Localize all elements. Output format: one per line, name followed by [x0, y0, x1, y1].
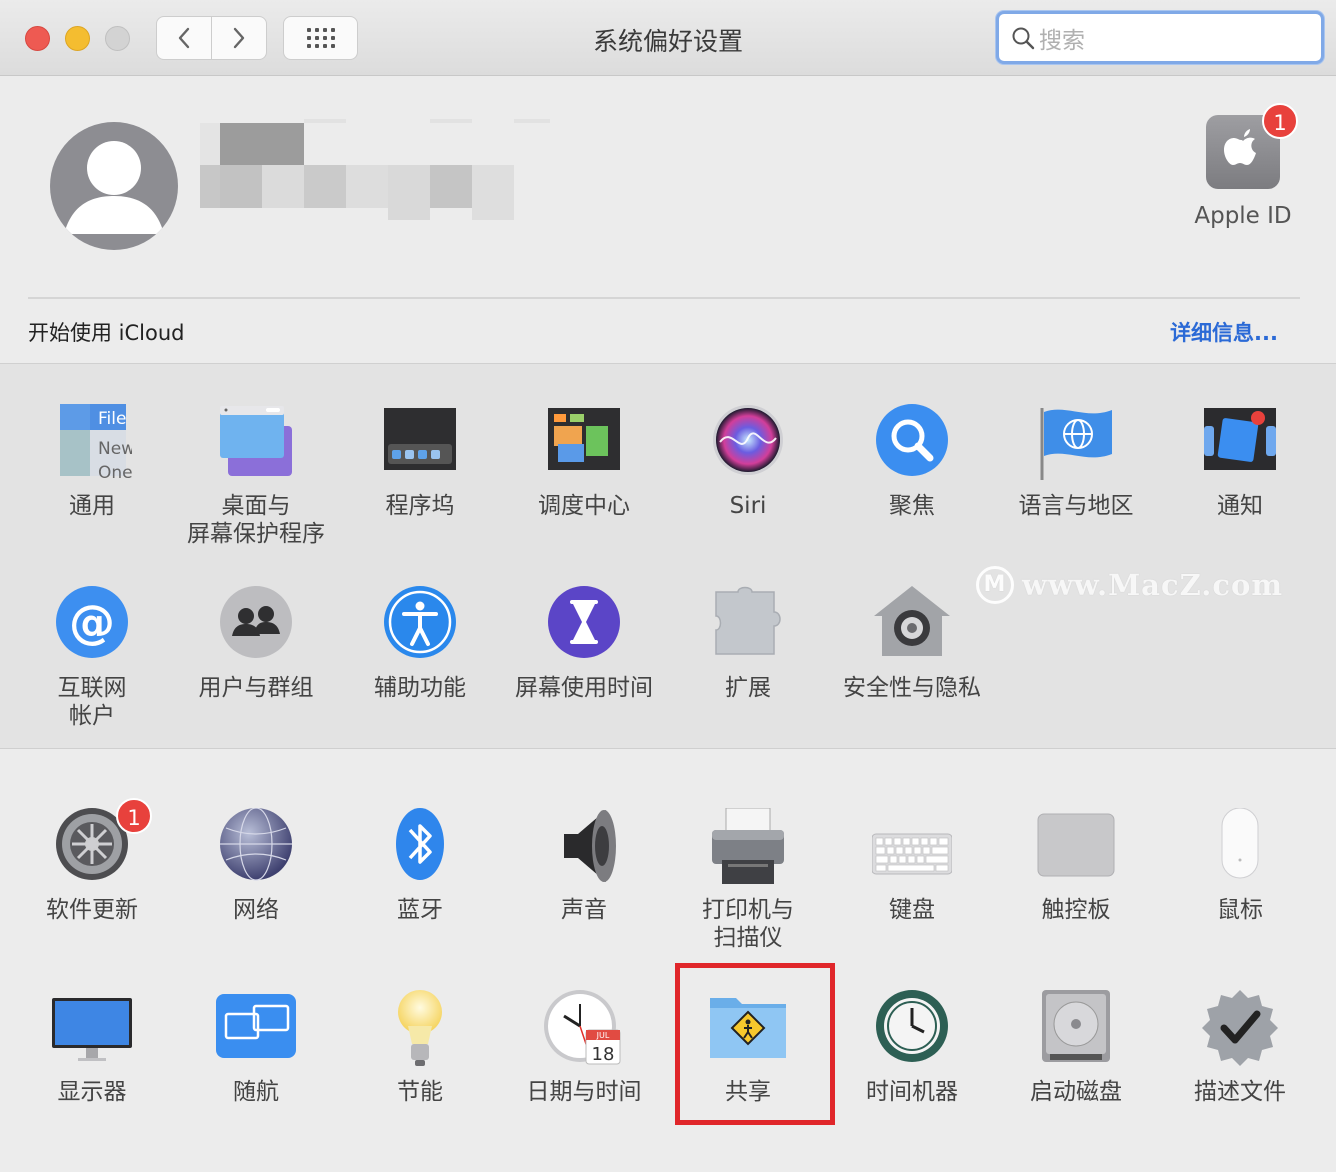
- pane-label: 节能: [397, 1079, 443, 1105]
- divider: [28, 297, 1300, 299]
- hard-drive-icon: [1042, 990, 1110, 1062]
- desktop-screensaver-icon: [220, 406, 292, 476]
- pane-label: 显示器: [57, 1079, 127, 1105]
- pane-label: 调度中心: [538, 493, 630, 519]
- siri-icon: [713, 405, 783, 475]
- pane-label: 安全性与隐私: [843, 675, 981, 701]
- checkmark-badge-icon: [1202, 990, 1278, 1066]
- pane-label: 用户与群组: [198, 675, 314, 701]
- apple-id-pane[interactable]: 1: [1206, 103, 1298, 189]
- pane-label: 互联网 帐户: [57, 675, 127, 729]
- svg-text:18: 18: [592, 1044, 615, 1065]
- account-area: 1 Apple ID 开始使用 iCloud 详细信息...: [0, 77, 1336, 363]
- pane-label: 启动磁盘: [1030, 1079, 1122, 1105]
- printer-icon: [712, 808, 784, 884]
- bluetooth-icon: [396, 808, 444, 880]
- puzzle-piece-icon: [715, 586, 781, 655]
- trackpad-icon: [1037, 813, 1115, 877]
- pane-label: 屏幕使用时间: [515, 675, 653, 701]
- flag-globe-icon: [1040, 408, 1112, 480]
- user-avatar[interactable]: [50, 122, 178, 250]
- icloud-prompt: 开始使用 iCloud: [28, 321, 185, 345]
- mouse-icon: [1221, 808, 1259, 879]
- svg-text:@: @: [69, 595, 115, 649]
- pane-label: 扩展: [725, 675, 771, 701]
- at-sign-icon: @: [56, 586, 128, 658]
- svg-text:One: One: [98, 463, 132, 483]
- apple-id-label[interactable]: Apple ID: [1170, 203, 1316, 229]
- pane-label: 通知: [1217, 493, 1263, 519]
- sidecar-icon: [216, 994, 296, 1058]
- watermark: M www.MacZ.com: [976, 566, 1283, 604]
- apple-id-badge: 1: [1262, 103, 1298, 139]
- watermark-text: www.MacZ.com: [1022, 568, 1284, 602]
- pane-label: 聚焦: [889, 493, 935, 519]
- pane-label: 键盘: [889, 897, 935, 923]
- svg-text:JUL: JUL: [596, 1031, 610, 1040]
- watermark-logo: M: [976, 566, 1014, 604]
- pane-label: 辅助功能: [374, 675, 466, 701]
- hourglass-icon: [548, 586, 620, 658]
- pane-label: 触控板: [1041, 897, 1111, 923]
- title-bar: 系统偏好设置 搜索: [0, 0, 1336, 76]
- pane-label: 程序坞: [385, 493, 455, 519]
- general-icon: File New One: [60, 404, 132, 483]
- sharing-highlight-box: [675, 963, 835, 1125]
- search-placeholder: 搜索: [1039, 27, 1085, 54]
- pane-label: 鼠标: [1217, 897, 1263, 923]
- users-icon: [220, 586, 292, 658]
- pane-label: 网络: [233, 897, 279, 923]
- time-machine-icon: [876, 990, 948, 1062]
- pane-label: 通用: [69, 493, 115, 519]
- pane-label: 描述文件: [1194, 1079, 1286, 1105]
- svg-text:New: New: [98, 439, 132, 459]
- pane-label: 蓝牙: [397, 897, 443, 923]
- clock-calendar-icon: JUL 18: [544, 990, 621, 1065]
- pane-label: 软件更新: [46, 897, 138, 923]
- pane-label: 打印机与 扫描仪: [702, 897, 794, 951]
- speaker-icon: [564, 810, 616, 882]
- search-field[interactable]: 搜索: [996, 11, 1324, 64]
- hardware-prefs-section: [0, 748, 1336, 1172]
- display-icon: [52, 998, 132, 1061]
- update-badge: 1: [116, 798, 152, 834]
- keyboard-icon: [872, 833, 952, 875]
- dock-icon: [384, 408, 456, 470]
- pane-label: 声音: [561, 897, 607, 923]
- pane-label: 随航: [233, 1079, 279, 1105]
- globe-icon: [220, 808, 292, 881]
- pane-label: 桌面与 屏幕保护程序: [187, 493, 325, 547]
- spotlight-icon: [876, 404, 948, 476]
- notifications-icon: [1204, 408, 1276, 470]
- pane-label: Siri: [729, 493, 767, 519]
- mission-control-icon: [548, 408, 620, 470]
- svg-text:File: File: [98, 409, 126, 429]
- pane-label: 时间机器: [866, 1079, 958, 1105]
- light-bulb-icon: [398, 990, 442, 1066]
- search-icon: [1012, 27, 1035, 49]
- details-link[interactable]: 详细信息...: [1100, 317, 1278, 347]
- pane-label: 日期与时间: [526, 1079, 642, 1105]
- person-icon: [64, 141, 164, 234]
- accessibility-icon: [384, 586, 456, 658]
- house-lock-icon: [874, 586, 950, 656]
- pane-label: 语言与地区: [1018, 493, 1134, 519]
